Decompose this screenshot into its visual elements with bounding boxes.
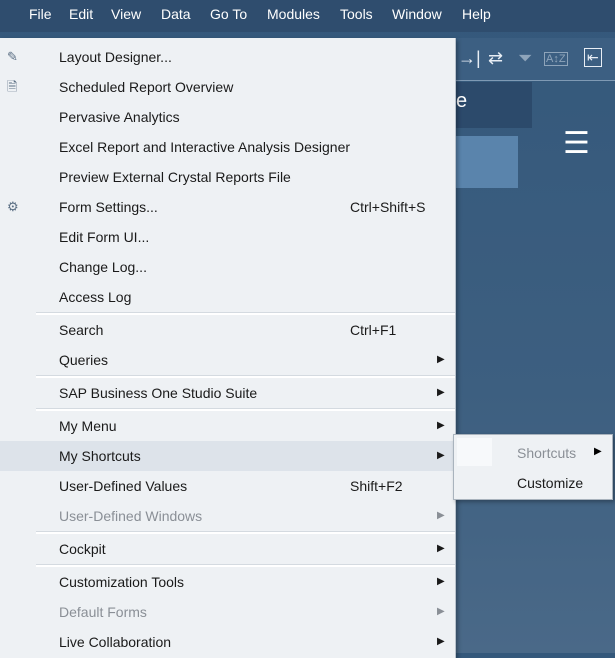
my-shortcuts-submenu: Shortcuts ▶ Customize	[453, 434, 613, 500]
menu-item-label: Default Forms	[59, 604, 147, 620]
menu-item-label: Form Settings...	[59, 199, 158, 215]
menu-item-cockpit[interactable]: Cockpit ▶	[0, 534, 455, 564]
menu-item-label: My Shortcuts	[59, 448, 141, 464]
menu-window[interactable]: Window	[392, 6, 442, 22]
menu-item-label: Pervasive Analytics	[59, 109, 180, 125]
menu-item-default-forms: Default Forms ▶	[0, 597, 455, 627]
hamburger-icon[interactable]: ☰	[563, 126, 590, 161]
submenu-arrow-icon: ▶	[437, 420, 445, 431]
menu-item-label: Queries	[59, 352, 109, 368]
sort-icon[interactable]: A↕Z	[544, 52, 568, 66]
menu-modules[interactable]: Modules	[267, 6, 320, 22]
background-title-fragment: e	[456, 90, 468, 112]
menu-help[interactable]: Help	[462, 6, 491, 22]
submenu-highlight	[457, 438, 492, 466]
menu-edit[interactable]: Edit	[69, 6, 93, 22]
submenu-arrow-icon: ▶	[437, 576, 445, 587]
menu-item-label: Search	[59, 322, 104, 338]
menu-item-label: Edit Form UI...	[59, 229, 150, 245]
menu-item-preview-external-crystal-reports-file[interactable]: Preview External Crystal Reports File	[0, 162, 455, 192]
menu-item-label: Customization Tools	[59, 574, 185, 590]
shortcut-label: Ctrl+F1	[350, 322, 397, 338]
menu-file[interactable]: File	[29, 6, 52, 22]
menu-item-edit-form-ui[interactable]: Edit Form UI...	[0, 222, 455, 252]
form-settings-icon: ⚙	[7, 199, 19, 214]
menu-item-customization-tools[interactable]: Customization Tools ▶	[0, 567, 455, 597]
menu-item-my-menu[interactable]: My Menu ▶	[0, 411, 455, 441]
background-tile	[456, 136, 518, 188]
menu-item-label: Excel Report and Interactive Analysis De…	[59, 139, 351, 155]
shortcut-label: Ctrl+Shift+S	[350, 199, 426, 215]
report-clock-icon: 🗎	[7, 79, 18, 94]
submenu-arrow-icon: ▶	[594, 446, 602, 457]
menu-item-user-defined-values[interactable]: User-Defined Values Shift+F2	[0, 471, 455, 501]
menu-item-scheduled-report-overview[interactable]: 🗎 Scheduled Report Overview	[0, 72, 455, 102]
menu-item-form-settings[interactable]: ⚙ Form Settings... Ctrl+Shift+S	[0, 192, 455, 222]
submenu-arrow-icon: ▶	[437, 387, 445, 398]
menu-item-label: SAP Business One Studio Suite	[59, 385, 258, 401]
menu-item-label: Layout Designer...	[59, 49, 172, 65]
menu-item-layout-designer[interactable]: ✎ Layout Designer...	[0, 42, 455, 72]
menu-item-search[interactable]: Search Ctrl+F1	[0, 315, 455, 345]
menu-item-label: User-Defined Windows	[59, 508, 203, 524]
submenu-arrow-icon: ▶	[437, 510, 445, 521]
menu-item-queries[interactable]: Queries ▶	[0, 345, 455, 375]
pencil-icon: ✎	[7, 49, 18, 64]
tools-menu: ✎ Layout Designer... 🗎 Scheduled Report Ove…	[0, 38, 456, 658]
header-panel	[456, 82, 532, 128]
menu-item-label: Preview External Crystal Reports File	[59, 169, 291, 185]
menu-item-label: User-Defined Values	[59, 478, 188, 494]
shortcut-label: Shift+F2	[350, 478, 403, 494]
last-record-icon[interactable]: →|	[458, 48, 481, 69]
submenu-arrow-icon: ▶	[437, 354, 445, 365]
toolbar: →| ⇄ ⏷ A↕Z ⇤	[456, 38, 615, 81]
submenu-item-shortcuts: Shortcuts	[517, 445, 577, 461]
menu-goto[interactable]: Go To	[210, 6, 247, 22]
menu-item-access-log[interactable]: Access Log	[0, 282, 455, 312]
menu-item-user-defined-windows: User-Defined Windows ▶	[0, 501, 455, 531]
menu-item-sap-business-one-studio-suite[interactable]: SAP Business One Studio Suite ▶	[0, 378, 455, 408]
submenu-item-customize[interactable]: Customize	[517, 475, 583, 491]
switch-icon[interactable]: ⇄	[488, 48, 503, 69]
menu-item-label: Access Log	[59, 289, 132, 305]
submenu-arrow-icon: ▶	[437, 543, 445, 554]
menu-tools[interactable]: Tools	[340, 6, 373, 22]
menu-bar: File Edit View Data Go To Modules Tools …	[0, 0, 615, 32]
form-icon[interactable]: ⇤	[584, 48, 602, 67]
menu-item-label: My Menu	[59, 418, 117, 434]
menu-data[interactable]: Data	[161, 6, 191, 22]
menu-item-label: Cockpit	[59, 541, 106, 557]
menu-item-my-shortcuts[interactable]: My Shortcuts ▶	[0, 441, 455, 471]
menu-item-label: Change Log...	[59, 259, 147, 275]
menu-item-change-log[interactable]: Change Log...	[0, 252, 455, 282]
menu-item-pervasive-analytics[interactable]: Pervasive Analytics	[0, 102, 455, 132]
filter-icon[interactable]: ⏷	[518, 48, 532, 69]
menu-item-label: Scheduled Report Overview	[59, 79, 234, 95]
menu-view[interactable]: View	[111, 6, 141, 22]
submenu-arrow-icon: ▶	[437, 450, 445, 461]
submenu-arrow-icon: ▶	[437, 606, 445, 617]
menu-item-excel-report-and-interactive-analysis-designer[interactable]: Excel Report and Interactive Analysis De…	[0, 132, 455, 162]
